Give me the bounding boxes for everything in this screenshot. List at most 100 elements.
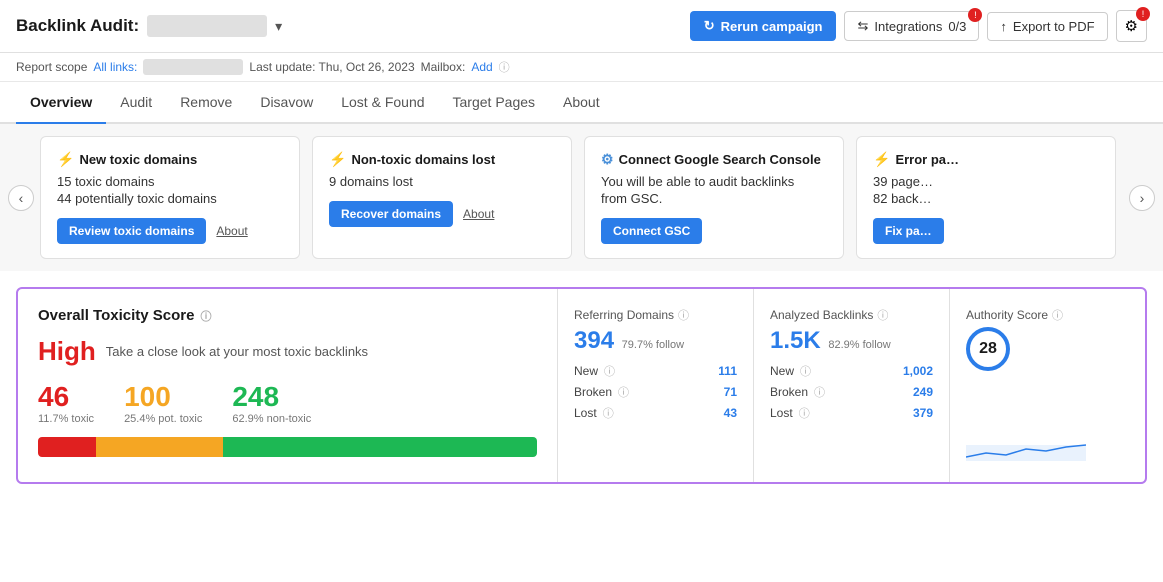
toxicity-left-panel: Overall Toxicity Score ⓘ High Take a clo… — [18, 289, 558, 482]
cards-nav-left-button[interactable]: ‹ — [8, 185, 34, 211]
chevron-down-icon[interactable]: ▾ — [275, 18, 282, 35]
last-update-text: Last update: Thu, Oct 26, 2023 — [249, 60, 414, 74]
backlinks-broken-row: Broken ⓘ 249 — [770, 384, 933, 400]
toxicity-info-icon: ⓘ — [200, 308, 211, 324]
bar-red — [38, 437, 96, 457]
header-actions: ↻ Rerun campaign ⇆ Integrations 0/3 ! ↑ … — [690, 10, 1147, 42]
backlinks-lost-label: Lost — [770, 406, 793, 420]
card-title-2: ⚡ Non-toxic domains lost — [329, 151, 555, 168]
settings-badge: ! — [1136, 7, 1150, 21]
export-icon: ↑ — [1000, 19, 1007, 34]
authority-score-title: Authority Score ⓘ — [966, 307, 1129, 323]
main-content: Overall Toxicity Score ⓘ High Take a clo… — [0, 271, 1163, 500]
card-1-stat-1: 15 toxic domains — [57, 174, 283, 189]
pot-toxic-count: 100 25.4% pot. toxic — [124, 381, 202, 425]
referring-domains-value: 394 — [574, 327, 614, 354]
gear-icon-1: ⚙ — [601, 151, 614, 168]
integrations-badge: ! — [968, 8, 982, 22]
referring-domains-col: Referring Domains ⓘ 394 79.7% follow New… — [558, 289, 754, 482]
card-title-4: ⚡ Error pa… — [873, 151, 1099, 168]
backlinks-broken-info: ⓘ — [814, 384, 825, 400]
card-1-title-text: New toxic domains — [79, 152, 197, 167]
toxicity-level-row: High Take a close look at your most toxi… — [38, 336, 537, 367]
rerun-label: Rerun campaign — [721, 19, 823, 34]
export-pdf-button[interactable]: ↑ Export to PDF — [987, 12, 1107, 41]
add-mailbox-link[interactable]: Add — [471, 60, 492, 74]
toxicity-section: Overall Toxicity Score ⓘ High Take a clo… — [16, 287, 1147, 484]
analyzed-backlinks-col: Analyzed Backlinks ⓘ 1.5K 82.9% follow N… — [754, 289, 950, 482]
authority-score-info-icon: ⓘ — [1052, 307, 1063, 323]
toxicity-right-panel: Referring Domains ⓘ 394 79.7% follow New… — [558, 289, 1145, 482]
card-3-stat-1: You will be able to audit backlinks — [601, 174, 827, 189]
fix-pages-button[interactable]: Fix pa… — [873, 218, 944, 244]
toxic-val: 46 — [38, 381, 94, 413]
referring-domains-label: Referring Domains — [574, 308, 674, 322]
backlinks-new-info: ⓘ — [800, 363, 811, 379]
rerun-campaign-button[interactable]: ↻ Rerun campaign — [690, 11, 837, 41]
tab-disavow[interactable]: Disavow — [246, 82, 327, 124]
referring-broken-label: Broken — [574, 385, 612, 399]
card-4-title-text: Error pa… — [895, 152, 959, 167]
mailbox-info-icon: ⓘ — [499, 59, 510, 75]
card-3-actions: Connect GSC — [601, 218, 827, 244]
card-title-3: ⚙ Connect Google Search Console — [601, 151, 827, 168]
domain-pill — [143, 59, 243, 75]
review-toxic-domains-button[interactable]: Review toxic domains — [57, 218, 206, 244]
card-2-about-button[interactable]: About — [463, 207, 494, 221]
bolt-icon-2: ⚡ — [329, 151, 346, 168]
backlinks-broken-val: 249 — [913, 385, 933, 399]
authority-score-value: 28 — [979, 340, 997, 358]
card-1-actions: Review toxic domains About — [57, 218, 283, 244]
card-new-toxic-domains: ⚡ New toxic domains 15 toxic domains 44 … — [40, 136, 300, 259]
integrations-button[interactable]: ⇆ Integrations 0/3 ! — [844, 11, 979, 41]
toxicity-level: High — [38, 336, 96, 367]
tab-target-pages[interactable]: Target Pages — [439, 82, 550, 124]
card-2-title-text: Non-toxic domains lost — [351, 152, 495, 167]
settings-button[interactable]: ⚙ ! — [1116, 10, 1147, 42]
card-title-1: ⚡ New toxic domains — [57, 151, 283, 168]
referring-domains-rows: New ⓘ 111 Broken ⓘ 71 Lost ⓘ 43 — [574, 363, 737, 421]
authority-score-col: Authority Score ⓘ 28 — [950, 289, 1145, 482]
referring-new-label: New — [574, 364, 598, 378]
referring-domains-main: 394 79.7% follow — [574, 327, 737, 355]
referring-broken-row: Broken ⓘ 71 — [574, 384, 737, 400]
tab-audit[interactable]: Audit — [106, 82, 166, 124]
settings-icon: ⚙ — [1125, 17, 1138, 35]
header: Backlink Audit: ▾ ↻ Rerun campaign ⇆ Int… — [0, 0, 1163, 53]
toxic-label: 11.7% toxic — [38, 413, 94, 425]
backlinks-new-label: New — [770, 364, 794, 378]
authority-score-label: Authority Score — [966, 308, 1048, 322]
toxicity-bar — [38, 437, 537, 457]
recover-domains-button[interactable]: Recover domains — [329, 201, 453, 227]
tab-about[interactable]: About — [549, 82, 614, 124]
connect-gsc-button[interactable]: Connect GSC — [601, 218, 702, 244]
analyzed-backlinks-label: Analyzed Backlinks — [770, 308, 873, 322]
report-scope-label: Report scope — [16, 60, 87, 74]
referring-domains-title: Referring Domains ⓘ — [574, 307, 737, 323]
all-links-link[interactable]: All links: — [93, 60, 137, 74]
toxicity-title-text: Overall Toxicity Score — [38, 307, 194, 324]
cards-nav-right-button[interactable]: › — [1129, 185, 1155, 211]
analyzed-backlinks-info-icon: ⓘ — [877, 307, 888, 323]
card-error-pages: ⚡ Error pa… 39 page… 82 back… Fix pa… — [856, 136, 1116, 259]
non-toxic-val: 248 — [232, 381, 311, 413]
card-1-about-button[interactable]: About — [216, 224, 247, 238]
nav-tabs: Overview Audit Remove Disavow Lost & Fou… — [0, 82, 1163, 124]
tab-lost-found[interactable]: Lost & Found — [327, 82, 438, 124]
backlinks-new-val: 1,002 — [903, 364, 933, 378]
authority-sparkline — [966, 429, 1086, 461]
analyzed-backlinks-rows: New ⓘ 1,002 Broken ⓘ 249 Lost ⓘ 379 — [770, 363, 933, 421]
mailbox-label: Mailbox: — [421, 60, 466, 74]
tab-overview[interactable]: Overview — [16, 82, 106, 124]
card-non-toxic-lost: ⚡ Non-toxic domains lost 9 domains lost … — [312, 136, 572, 259]
authority-val-row: 28 — [966, 327, 1129, 379]
tab-remove[interactable]: Remove — [166, 82, 246, 124]
referring-lost-label: Lost — [574, 406, 597, 420]
referring-lost-info: ⓘ — [603, 405, 614, 421]
backlinks-lost-info: ⓘ — [799, 405, 810, 421]
referring-broken-info: ⓘ — [618, 384, 629, 400]
rerun-icon: ↻ — [704, 18, 715, 34]
card-3-title-text: Connect Google Search Console — [619, 152, 821, 167]
card-2-actions: Recover domains About — [329, 201, 555, 227]
sub-header: Report scope All links: Last update: Thu… — [0, 53, 1163, 82]
